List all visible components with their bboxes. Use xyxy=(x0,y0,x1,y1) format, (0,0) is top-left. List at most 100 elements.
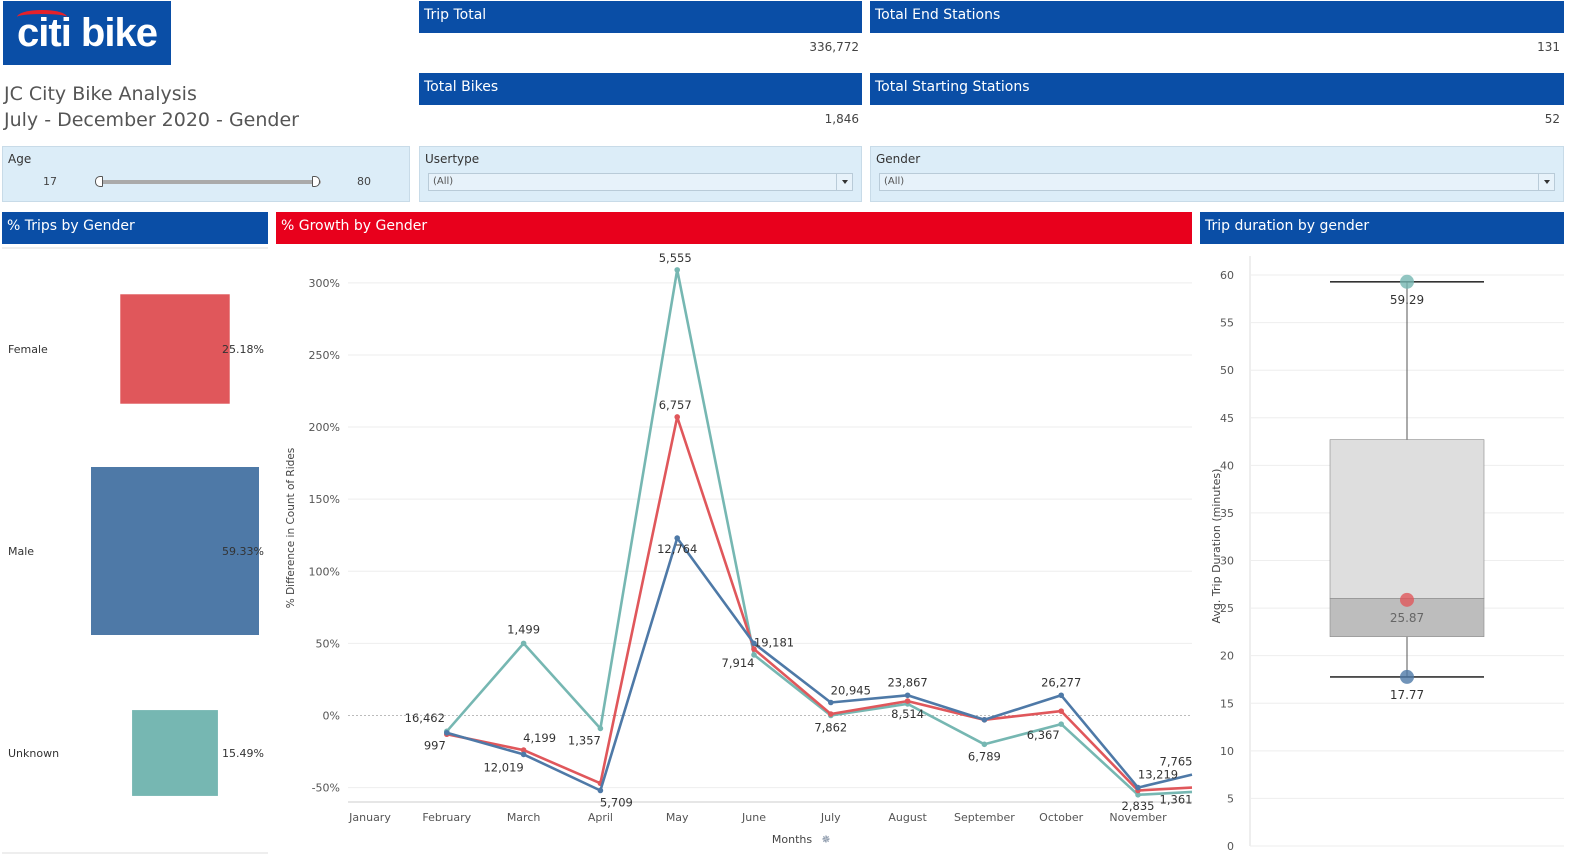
y-tick-label: 50 xyxy=(1220,364,1234,377)
gender-dropdown[interactable]: (All) xyxy=(879,173,1555,191)
usertype-dropdown[interactable]: (All) xyxy=(428,173,853,191)
point-male xyxy=(1135,784,1141,791)
bar-female xyxy=(120,294,230,404)
x-tick-label: May xyxy=(666,811,689,824)
y-tick-label: 0 xyxy=(1227,840,1234,853)
data-label: 1,361 xyxy=(1160,793,1193,807)
x-tick-label: October xyxy=(1039,811,1083,824)
trips-by-gender-header: % Trips by Gender xyxy=(2,212,268,244)
data-label: 8,514 xyxy=(891,707,924,721)
data-label: 1,357 xyxy=(568,733,601,747)
y-tick-label: 0% xyxy=(323,709,340,722)
dashboard: citi bike JC City Bike Analysis July - D… xyxy=(0,0,1582,864)
trip-duration-chart: 051015202530354045505560Avg. Trip Durati… xyxy=(1210,256,1564,853)
point-male xyxy=(520,751,527,758)
kpi-total-end-stations-label: Total End Stations xyxy=(870,1,1564,33)
citibike-logo: citi bike xyxy=(3,1,171,65)
x-tick-label: January xyxy=(348,811,391,824)
data-label: 997 xyxy=(424,738,446,752)
data-label: 7,914 xyxy=(722,656,755,670)
point-label-male: 17.77 xyxy=(1390,688,1424,702)
pin-icon: ✵ xyxy=(821,833,830,846)
series-line-male xyxy=(446,536,1193,792)
data-label: 7,765 xyxy=(1160,755,1193,769)
y-tick-label: 55 xyxy=(1220,317,1234,330)
data-label: 1,499 xyxy=(507,622,540,636)
data-label: 6,757 xyxy=(659,398,692,412)
value-label-female: 25.18% xyxy=(222,343,264,356)
y-axis-title: % Difference in Count of Rides xyxy=(285,448,297,608)
x-tick-label: February xyxy=(422,811,471,824)
y-axis-title: Avg. Trip Duration (minutes) xyxy=(1210,469,1223,624)
gender-filter-label: Gender xyxy=(876,152,921,166)
y-tick-label: 100% xyxy=(309,565,340,578)
x-tick-label: July xyxy=(820,811,841,824)
age-filter: Age 17 80 xyxy=(2,146,410,202)
point-female xyxy=(1058,708,1064,714)
y-tick-label: 60 xyxy=(1220,269,1234,282)
data-label: 7,862 xyxy=(814,720,847,734)
y-tick-label: 200% xyxy=(309,421,340,434)
age-slider-track[interactable] xyxy=(99,180,321,184)
age-max-handle[interactable] xyxy=(312,176,320,187)
trips-by-gender-chart: Female 25.18% Male 59.33% Unknown 15.49% xyxy=(2,247,268,854)
point-unknown xyxy=(1400,274,1414,289)
kpi-total-bikes-value: 1,846 xyxy=(824,112,859,126)
kpi-total-bikes-label: Total Bikes xyxy=(419,73,862,105)
data-label: 4,199 xyxy=(523,731,556,745)
data-label: 5,709 xyxy=(600,795,633,809)
age-max-value: 80 xyxy=(357,175,371,188)
data-label: 6,367 xyxy=(1027,728,1060,742)
x-tick-label: June xyxy=(741,811,766,824)
x-axis-title: Months xyxy=(772,833,812,846)
category-label-unknown: Unknown xyxy=(8,747,59,760)
value-label-unknown: 15.49% xyxy=(222,747,264,760)
y-tick-label: -50% xyxy=(312,782,340,795)
age-min-handle[interactable] xyxy=(95,176,103,187)
point-label-female: 25.87 xyxy=(1390,611,1424,625)
data-label: 20,945 xyxy=(831,683,871,697)
point-male xyxy=(904,692,911,699)
chevron-down-icon[interactable] xyxy=(836,174,852,190)
chevron-down-icon[interactable] xyxy=(1538,174,1554,190)
point-female xyxy=(674,414,680,420)
point-unknown xyxy=(597,725,604,732)
logo-arc-icon xyxy=(17,10,67,24)
category-label-female: Female xyxy=(8,343,48,356)
point-female xyxy=(1400,592,1414,607)
data-label: 19,181 xyxy=(754,635,794,649)
growth-by-gender-chart: -50% 0% 50% 100% 150% 200% 250% 300% January Febr… xyxy=(285,251,1193,846)
point-male xyxy=(1058,692,1064,699)
usertype-filter: Usertype (All) xyxy=(419,146,862,202)
data-label: 6,789 xyxy=(968,749,1001,763)
point-unknown xyxy=(674,267,680,273)
point-male xyxy=(981,717,988,723)
data-label: 5,555 xyxy=(659,251,692,265)
y-tick-label: 150% xyxy=(309,493,340,506)
box-upper xyxy=(1329,439,1485,599)
point-male xyxy=(674,535,680,541)
x-tick-label: March xyxy=(507,811,541,824)
point-label-unknown: 59.29 xyxy=(1390,293,1424,307)
data-label: 26,277 xyxy=(1041,675,1081,689)
y-tick-label: 45 xyxy=(1220,412,1234,425)
kpi-total-starting-stations-label: Total Starting Stations xyxy=(870,73,1564,105)
gender-selected-value: (All) xyxy=(884,176,905,187)
point-male xyxy=(1400,669,1414,684)
x-tick-label: April xyxy=(588,811,613,824)
value-label-male: 59.33% xyxy=(222,545,264,558)
x-tick-label: August xyxy=(888,811,927,824)
point-male xyxy=(828,699,834,706)
y-tick-label: 5 xyxy=(1227,792,1234,805)
y-tick-label: 10 xyxy=(1220,745,1234,758)
x-tick-label: September xyxy=(954,811,1015,824)
y-tick-label: 250% xyxy=(309,349,340,362)
trip-duration-header: Trip duration by gender xyxy=(1200,212,1564,244)
bar-unknown xyxy=(132,710,218,796)
category-label-male: Male xyxy=(8,545,34,558)
usertype-selected-value: (All) xyxy=(433,176,454,187)
data-label: 2,835 xyxy=(1122,799,1155,813)
point-unknown xyxy=(1058,721,1064,727)
y-tick-label: 50% xyxy=(316,637,340,650)
kpi-total-starting-stations-value: 52 xyxy=(1544,112,1560,126)
